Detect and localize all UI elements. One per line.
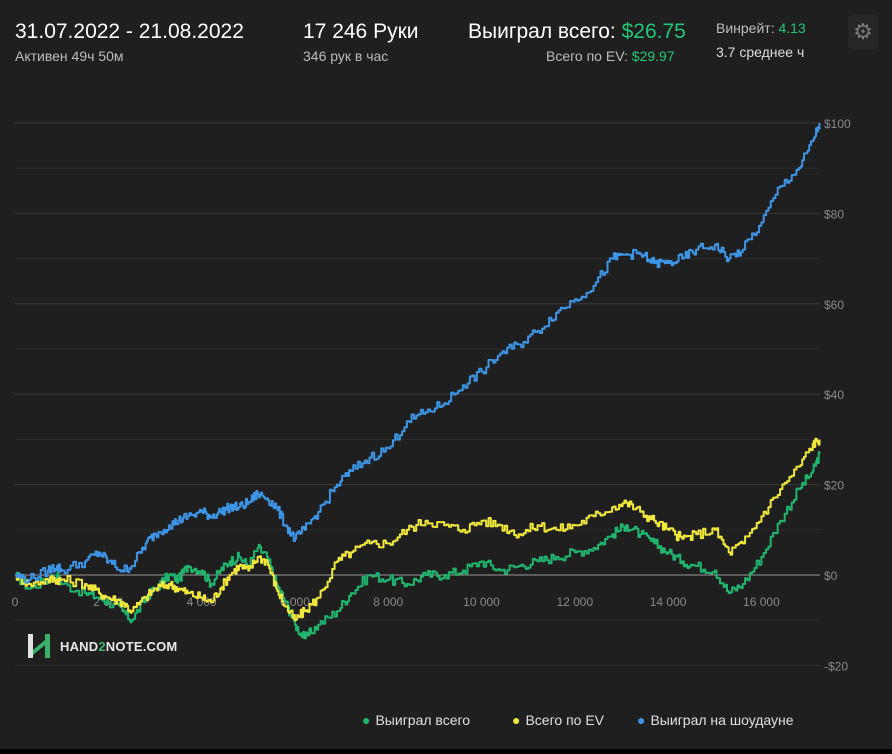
won-total-stat: Выиграл всего: $26.75 [468, 20, 686, 44]
gear-icon: ⚙ [853, 19, 873, 44]
legend-won-total-label: Выиграл всего [375, 712, 471, 728]
date-range[interactable]: 31.07.2022 - 21.08.2022 [15, 20, 244, 44]
hands-per-hour: 346 рук в час [303, 48, 389, 64]
hand2note-logo-icon [28, 634, 50, 658]
y-tick-label: $40 [824, 388, 844, 402]
y-tick-label: -$20 [824, 659, 848, 673]
hands-count: 17 246 Руки [303, 20, 419, 43]
legend-ev[interactable]: ● Всего по EV [512, 712, 604, 728]
hand2note-logo-text: HAND2NOTE.COM [60, 638, 178, 654]
settings-button[interactable]: ⚙ [848, 15, 878, 49]
x-tick-label: 14 000 [650, 595, 687, 609]
won-total-label: Выиграл всего: [468, 20, 616, 43]
won-total-value: $26.75 [621, 20, 686, 43]
legend-showdown[interactable]: ● Выиграл на шоудауне [637, 712, 794, 728]
legend-showdown-label: Выиграл на шоудауне [650, 712, 794, 728]
x-tick-label: 16 000 [743, 595, 780, 609]
y-tick-label: $60 [824, 298, 844, 312]
y-tick-label: $80 [824, 207, 844, 221]
total-ev-stat: Всего по EV: $29.97 [546, 48, 675, 64]
legend-showdown-dot: ● [637, 712, 646, 728]
series-line-won_total [15, 451, 821, 640]
x-tick-label: 12 000 [556, 595, 593, 609]
y-tick-label: $0 [824, 569, 838, 583]
winrate-label: Винрейт: [716, 20, 775, 36]
x-tick-label: 0 [12, 595, 19, 609]
total-ev-value: $29.97 [631, 48, 675, 64]
winrate-value: 4.13 [778, 20, 806, 36]
graph-panel: 31.07.2022 - 21.08.2022 Активен 49ч 50м … [0, 0, 892, 749]
bankroll-chart: -$20$0$20$40$60$80$1000 2 000 4 000 6 000 8 … [12, 117, 851, 673]
winrate-stat: Винрейт: 4.13 [716, 20, 828, 36]
active-time: Активен 49ч 50м [15, 48, 124, 64]
hand2note-logo: HAND2NOTE.COM [26, 632, 177, 660]
total-ev-label: Всего по EV: [546, 48, 628, 64]
series-line-showdown [15, 123, 821, 584]
average-text: 3.7 среднее ч [716, 44, 805, 60]
y-tick-label: $20 [824, 479, 844, 493]
legend-won-total-dot: ● [362, 712, 371, 728]
y-tick-label: $100 [824, 117, 851, 131]
x-tick-label: 8 000 [373, 595, 403, 609]
legend-ev-dot: ● [512, 712, 521, 728]
legend-ev-label: Всего по EV [525, 712, 604, 728]
legend-won-total[interactable]: ● Выиграл всего [362, 712, 470, 728]
x-tick-label: 10 000 [463, 595, 500, 609]
